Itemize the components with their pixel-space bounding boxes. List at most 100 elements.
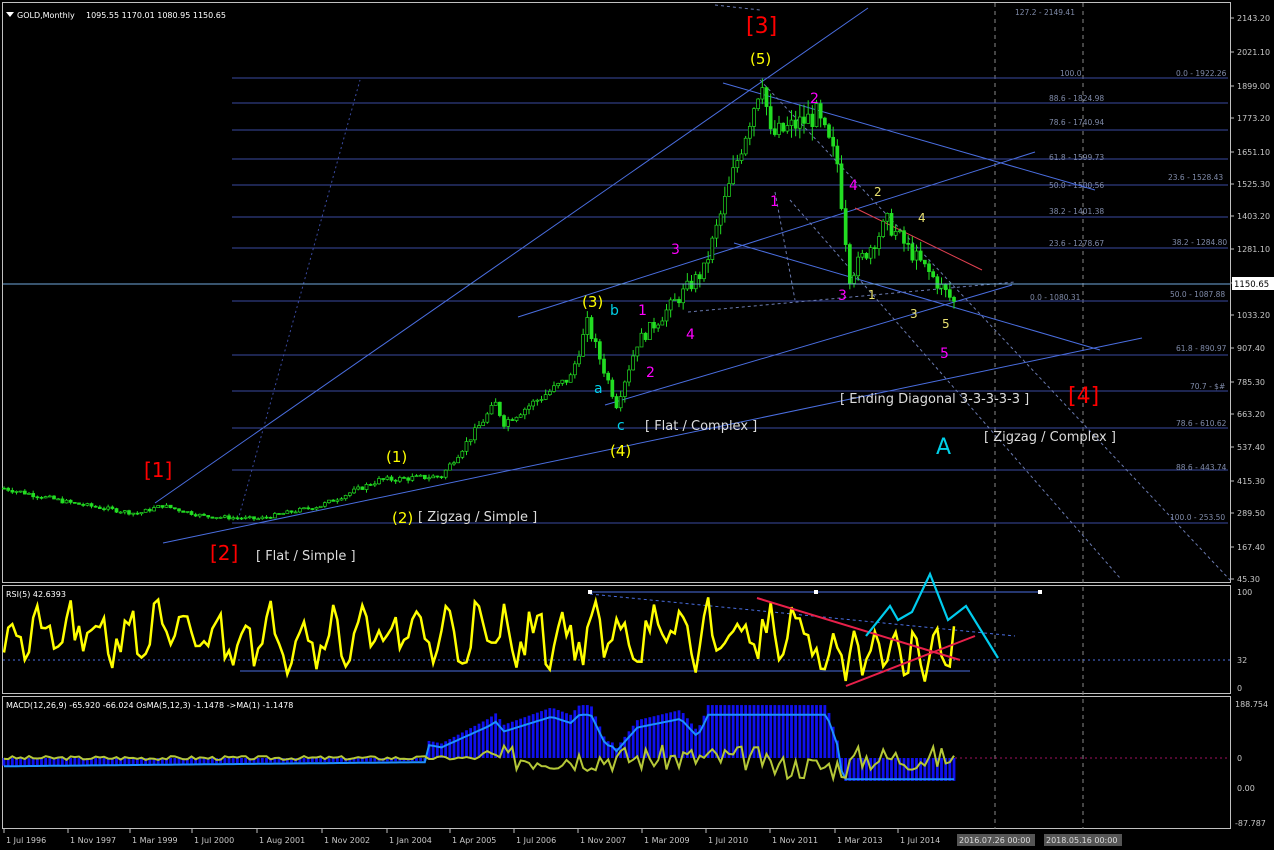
fib-level-label: 0.0 - 1922.26 [1176, 69, 1227, 78]
macd-bar [548, 708, 552, 758]
candle-body [10, 490, 15, 493]
price-candles [2, 78, 956, 522]
candle-body [368, 484, 373, 486]
wave-magenta-iii: 3 [838, 288, 847, 304]
candle-body [860, 252, 865, 258]
wave-magenta-2: 2 [646, 365, 655, 381]
macd-bar [590, 706, 593, 758]
candle-body [585, 317, 590, 335]
candle-body [214, 517, 219, 519]
macd-bar [673, 711, 677, 758]
macd-bar [744, 705, 748, 758]
label-zigzag-simple: [ Zigzag / Simple ] [418, 510, 537, 525]
future-time-labels: 2016.07.26 00:00 2018.05.16 00:00 [957, 834, 1122, 846]
price-tick-label: 537.40 [1237, 443, 1265, 452]
rsi-anchor-1[interactable] [588, 590, 592, 594]
candle-body [322, 502, 327, 507]
candle-body [731, 167, 736, 185]
candle-body [68, 499, 73, 503]
macd-bar [477, 723, 481, 758]
macd-bar [315, 758, 318, 763]
macd-bar [356, 758, 360, 762]
macd-bar [102, 758, 106, 765]
macd-bar [415, 758, 418, 762]
wave-small-5: 5 [942, 317, 950, 331]
candle-body [18, 490, 23, 493]
collapse-triangle-icon[interactable] [6, 12, 14, 17]
candle-body [918, 250, 923, 261]
candle-body [339, 498, 344, 501]
macd-bar [190, 758, 193, 764]
candle-body [302, 507, 306, 510]
candle-body [256, 518, 261, 521]
macd-bar [794, 705, 798, 758]
candle-body [872, 247, 877, 249]
wave-magenta-ii: 2 [810, 91, 819, 107]
fib-level-label: 88.6 - 443.74 [1176, 463, 1227, 472]
macd-bar [469, 728, 473, 758]
macd-bar [494, 713, 498, 758]
time-tick-label: 1 Jul 2006 [516, 836, 556, 845]
price-tick-label: 1033.20 [1237, 311, 1270, 320]
macd-bar [852, 758, 856, 781]
main-title-group: GOLD,Monthly 1095.55 1170.01 1080.95 115… [6, 11, 226, 20]
time-tick-label: 1 Apr 2005 [452, 836, 496, 845]
candle-body [452, 462, 456, 465]
candle-body [331, 499, 336, 502]
macd-bar [335, 758, 339, 762]
candle-body [172, 507, 177, 510]
macd-bar [894, 758, 898, 781]
candle-body [289, 510, 294, 513]
macd-bar [677, 710, 681, 758]
candle-body [947, 289, 952, 298]
candle-body [231, 517, 236, 520]
candle-body [797, 116, 802, 129]
candle-body [281, 513, 286, 515]
macd-bar [448, 739, 452, 758]
fib-level-label: 0.0 - 1080.31 [1030, 293, 1081, 302]
fib-level-label: 50.0 - 1500.56 [1049, 181, 1104, 190]
rsi-anchor-3[interactable] [1038, 590, 1042, 594]
fib-level-label: 100.0 [1060, 69, 1082, 78]
candle-body [422, 474, 427, 480]
candle-body [643, 332, 648, 340]
candle-body [439, 476, 444, 478]
macd-panel: MACD(12,26,9) -65.920 -66.024 OsMA(5,12,… [2, 700, 1268, 828]
price-tag: 1150.65 [1232, 277, 1274, 290]
candle-body [747, 126, 752, 139]
macd-bar [535, 712, 539, 758]
candle-body [77, 502, 81, 505]
candle-body [414, 475, 419, 478]
candle-body [81, 504, 86, 506]
candle-body [502, 415, 506, 427]
macd-bar [940, 758, 943, 781]
candle-body [52, 495, 56, 500]
candle-body [31, 493, 36, 498]
candle-body [156, 505, 161, 508]
candle-body [397, 477, 402, 482]
macd-bar [823, 705, 827, 758]
macd-bar [319, 758, 323, 763]
candle-body [927, 263, 931, 272]
macd-bar [540, 711, 543, 758]
rsi-anchor-2[interactable] [814, 590, 818, 594]
macd-bar [19, 758, 23, 766]
candle-body [239, 517, 244, 520]
candle-body [489, 405, 494, 415]
candle-body [106, 506, 111, 510]
fib-level-label: 38.2 - 1284.80 [1172, 238, 1227, 247]
macd-bar [760, 705, 764, 758]
macd-bar [802, 705, 806, 758]
macd-bar [519, 718, 523, 758]
candle-body [285, 510, 290, 514]
candle-body [222, 515, 227, 518]
candle-body [606, 372, 611, 381]
candle-body [110, 506, 115, 509]
wave-magenta-1: 1 [638, 303, 647, 319]
candle-body [689, 280, 694, 290]
candle-body [327, 499, 331, 504]
macd-bar [419, 758, 423, 761]
symbol-title: GOLD,Monthly [17, 11, 75, 20]
candle-body [418, 474, 423, 477]
candle-body [139, 511, 144, 515]
